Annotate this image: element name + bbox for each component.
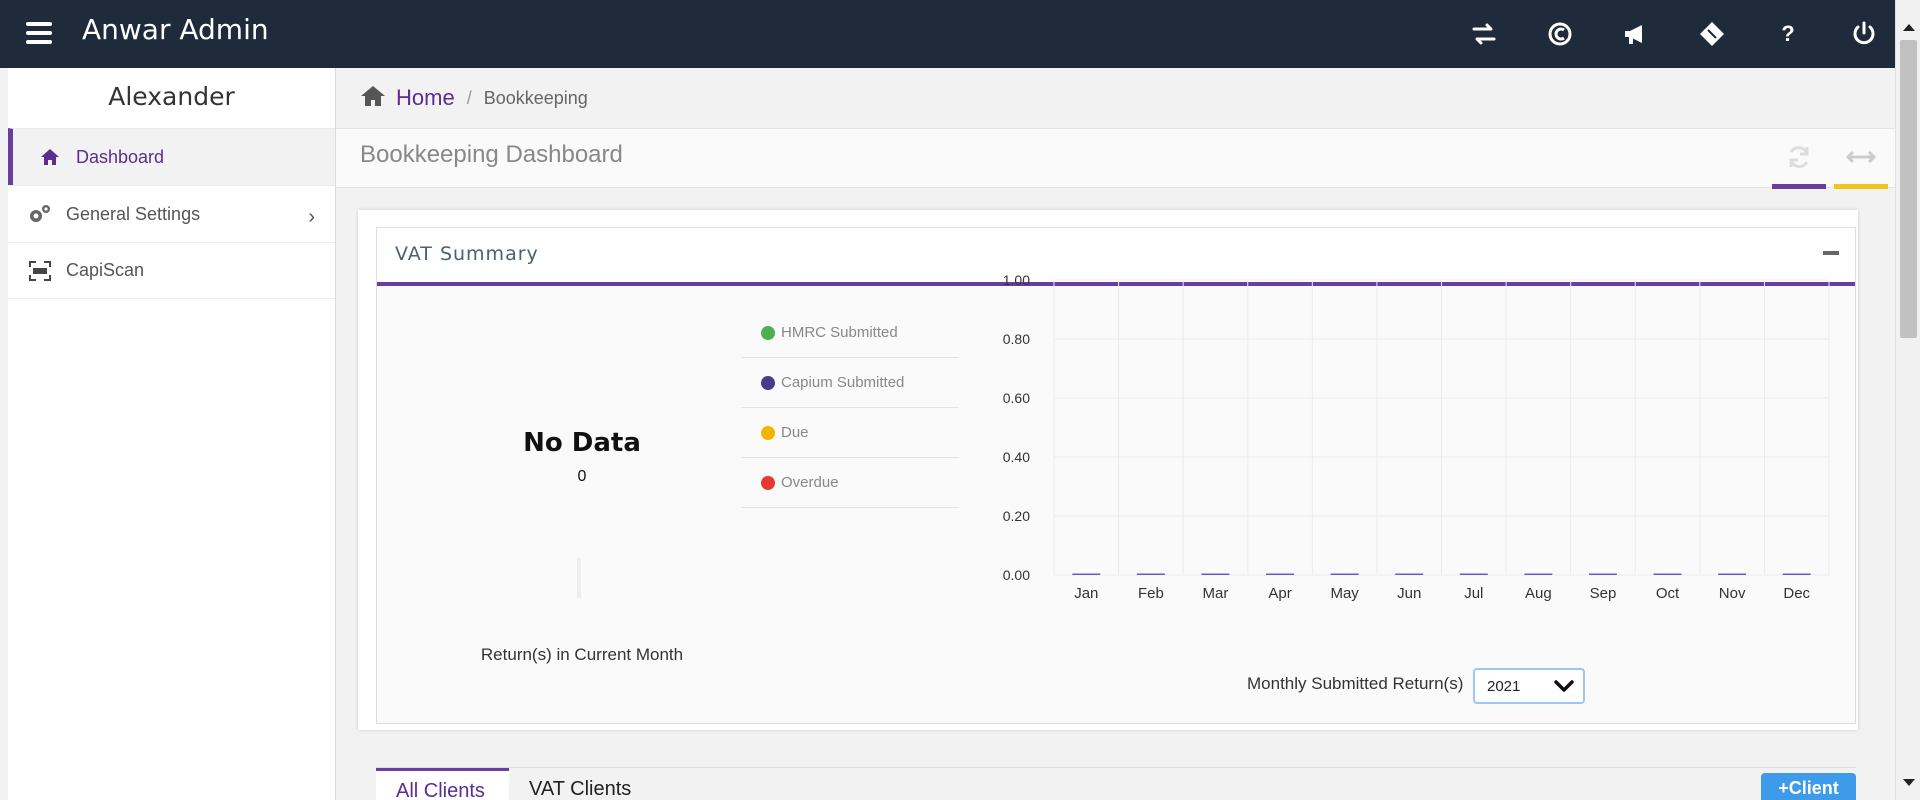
bar-jan xyxy=(1072,573,1101,575)
home-icon xyxy=(38,146,62,168)
bar-may xyxy=(1330,573,1359,575)
legend-item-due: Due xyxy=(741,408,959,458)
page-title: Bookkeeping Dashboard xyxy=(360,141,623,168)
scroll-up-icon[interactable] xyxy=(1903,24,1915,31)
sidebar-item-label: General Settings xyxy=(66,203,201,224)
refresh-button[interactable] xyxy=(1772,129,1826,189)
megaphone-icon[interactable] xyxy=(1620,18,1652,50)
collapse-icon[interactable] xyxy=(1823,251,1839,255)
y-tick-label: 0.60 xyxy=(1003,390,1030,406)
legend-label: Capium Submitted xyxy=(781,374,905,391)
vat-summary-title: VAT Summary xyxy=(395,243,539,265)
x-tick-label: Nov xyxy=(1719,585,1746,602)
x-tick-label: Feb xyxy=(1138,585,1164,602)
legend-label: Overdue xyxy=(781,474,839,491)
monthly-returns-chart: 0.00 0.20 0.40 0.60 0.80 1.00 Jan Feb Mar Apr May J… xyxy=(1003,272,1830,602)
power-icon[interactable] xyxy=(1848,18,1880,50)
app-title: Anwar Admin xyxy=(82,13,269,46)
x-tick-label: Jun xyxy=(1397,585,1421,602)
bar-sep xyxy=(1588,573,1617,575)
gears-icon xyxy=(28,203,52,225)
sidebar-item-label: Dashboard xyxy=(76,146,165,167)
scan-icon xyxy=(28,260,52,282)
sidebar-item-dashboard[interactable]: Dashboard xyxy=(8,128,335,185)
home-icon[interactable] xyxy=(360,85,386,112)
x-tick-label: Dec xyxy=(1783,585,1810,602)
no-data-label: No Data xyxy=(523,428,641,458)
switch-icon[interactable] xyxy=(1468,18,1500,50)
refresh-icon xyxy=(1789,145,1809,168)
legend-item-overdue: Overdue xyxy=(741,458,959,508)
y-tick-label: 0.80 xyxy=(1003,331,1030,347)
sidebar-item-general-settings[interactable]: General Settings › xyxy=(8,185,335,242)
sidebar-item-capiscan[interactable]: CapiScan xyxy=(8,242,335,299)
bar-jul xyxy=(1459,573,1488,575)
status-legend: HMRC Submitted Capium Submitted Due Over… xyxy=(741,308,959,508)
menu-icon[interactable] xyxy=(26,22,52,44)
pie-chart-placeholder xyxy=(577,558,581,598)
scroll-down-icon[interactable] xyxy=(1903,779,1915,786)
scroll-thumb[interactable] xyxy=(1900,40,1917,338)
x-tick-label: May xyxy=(1330,585,1359,602)
chevron-right-icon: › xyxy=(308,206,315,228)
y-tick-label: 0.20 xyxy=(1003,508,1030,524)
bar-nov xyxy=(1718,573,1747,575)
bar-apr xyxy=(1266,573,1295,575)
client-tabs: All Clients VAT Clients + Client xyxy=(376,767,1856,800)
expand-horizontal-icon xyxy=(1846,150,1876,163)
x-tick-label: Mar xyxy=(1203,585,1229,602)
capium-icon[interactable] xyxy=(1544,18,1576,50)
bar-jun xyxy=(1395,573,1424,575)
x-tick-label: Sep xyxy=(1590,585,1617,602)
top-navbar: Anwar Admin ? xyxy=(0,0,1920,68)
help-icon[interactable]: ? xyxy=(1772,18,1804,50)
sidebar-item-label: CapiScan xyxy=(66,260,145,280)
returns-count: 0 xyxy=(577,468,587,485)
chevron-down-icon xyxy=(1554,680,1574,692)
legend-item-capium: Capium Submitted xyxy=(741,358,959,408)
y-tick-label: 0.00 xyxy=(1003,567,1030,583)
breadcrumb: Home / Bookkeeping xyxy=(336,68,1895,128)
bar-aug xyxy=(1524,573,1553,575)
legend-label: HMRC Submitted xyxy=(781,324,898,341)
y-tick-label: 1.00 xyxy=(1003,272,1030,288)
legend-label: Due xyxy=(781,424,809,441)
page-header: Bookkeeping Dashboard xyxy=(336,128,1895,189)
legend-dot xyxy=(761,475,775,490)
sidebar: Alexander Dashboard General Settings › C… xyxy=(0,68,336,800)
monthly-returns-label: Monthly Submitted Return(s) xyxy=(1247,674,1464,693)
vertical-scrollbar[interactable] xyxy=(1895,0,1920,800)
bar-dec xyxy=(1782,573,1811,575)
x-tick-label: Jan xyxy=(1074,585,1098,602)
legend-dot xyxy=(761,375,775,390)
returns-current-month-label: Return(s) in Current Month xyxy=(480,645,684,664)
y-tick-label: 0.40 xyxy=(1003,449,1030,465)
top-toolbar: ? xyxy=(1468,18,1880,50)
expand-button[interactable] xyxy=(1834,129,1888,189)
breadcrumb-separator: / xyxy=(466,87,472,108)
legend-dot xyxy=(761,425,775,440)
breadcrumb-home-link[interactable]: Home xyxy=(396,85,455,111)
bar-oct xyxy=(1653,573,1682,575)
bar-feb xyxy=(1136,573,1165,575)
year-select-value: 2021 xyxy=(1487,677,1521,695)
x-tick-label: Oct xyxy=(1656,585,1680,602)
add-client-button[interactable]: + Client xyxy=(1761,773,1856,800)
x-tick-label: Apr xyxy=(1268,585,1291,602)
tab-all-clients[interactable]: All Clients xyxy=(376,768,509,800)
x-tick-label: Jul xyxy=(1464,585,1483,602)
ticket-icon[interactable] xyxy=(1696,18,1728,50)
tab-vat-clients[interactable]: VAT Clients xyxy=(509,768,651,800)
breadcrumb-current: Bookkeeping xyxy=(483,87,588,108)
legend-item-hmrc: HMRC Submitted xyxy=(741,308,959,358)
plus-icon: + xyxy=(1778,777,1789,798)
vat-summary-card: VAT Summary No Data 0 Return(s) in Curre… xyxy=(376,227,1856,724)
add-client-label: Client xyxy=(1788,777,1839,798)
legend-dot xyxy=(761,325,775,340)
year-select[interactable]: 2021 xyxy=(1473,668,1585,704)
sidebar-user-name: Alexander xyxy=(108,82,235,111)
x-tick-label: Aug xyxy=(1525,585,1552,602)
bar-mar xyxy=(1201,573,1230,575)
